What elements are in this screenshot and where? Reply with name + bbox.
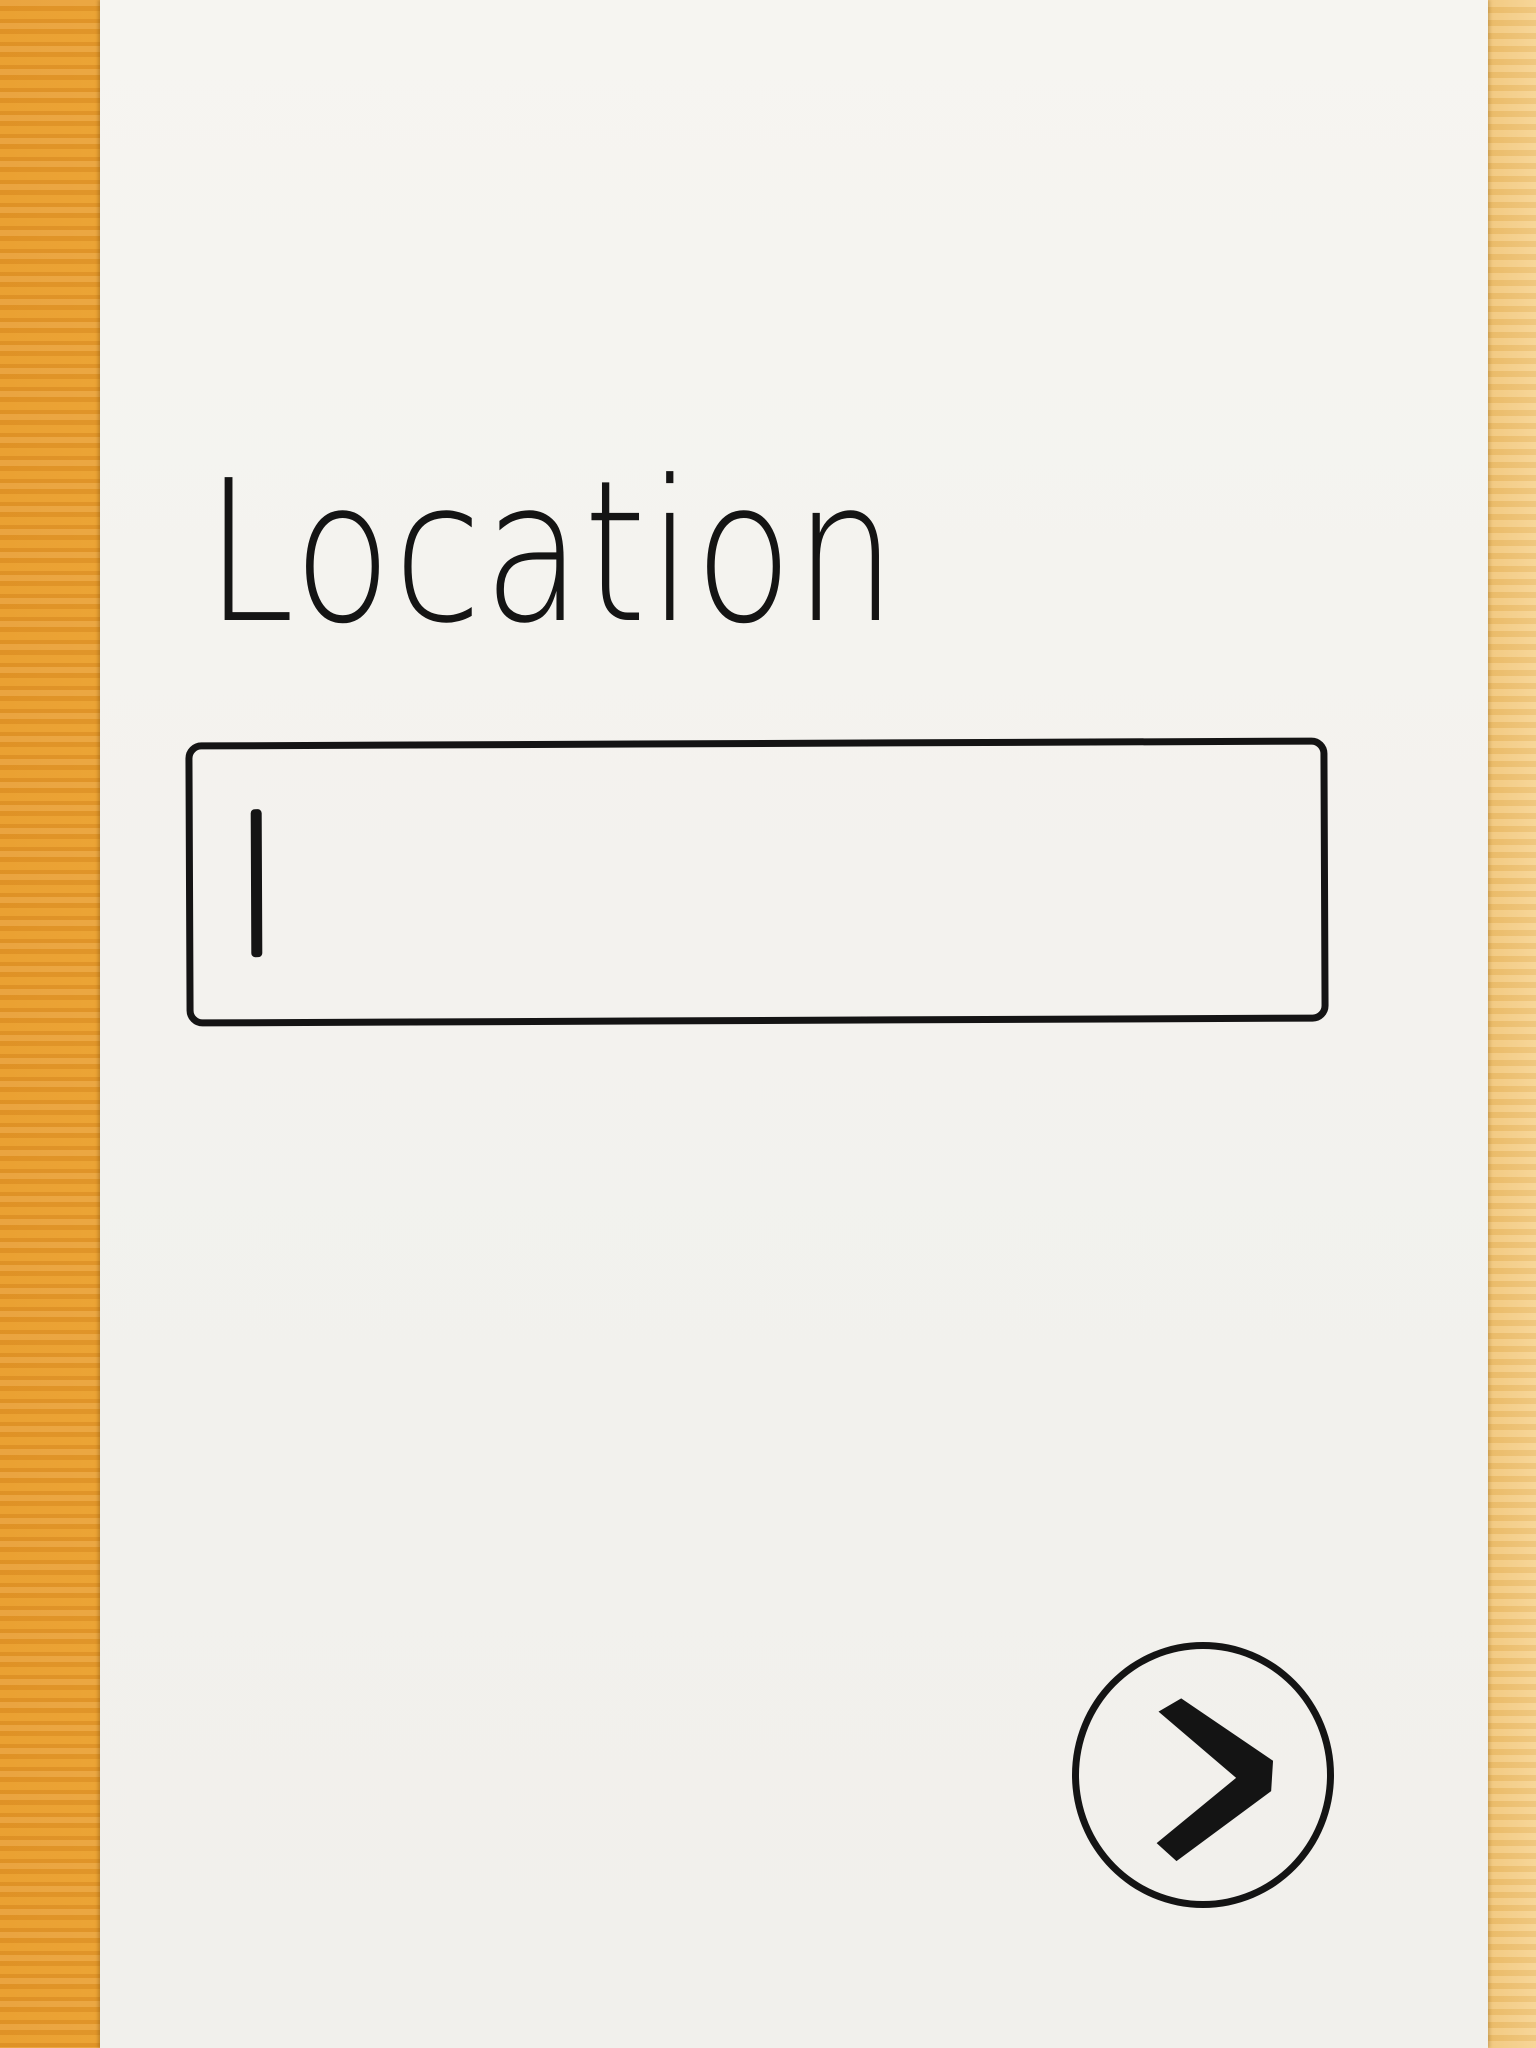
next-button[interactable] <box>1072 1642 1334 1908</box>
text-cursor <box>250 809 263 958</box>
chevron-right-icon <box>1156 1698 1274 1862</box>
table-background-right <box>1488 0 1536 2048</box>
location-label: Location <box>205 439 898 667</box>
location-field[interactable] <box>185 737 1329 1027</box>
location-input[interactable] <box>192 744 1322 1020</box>
